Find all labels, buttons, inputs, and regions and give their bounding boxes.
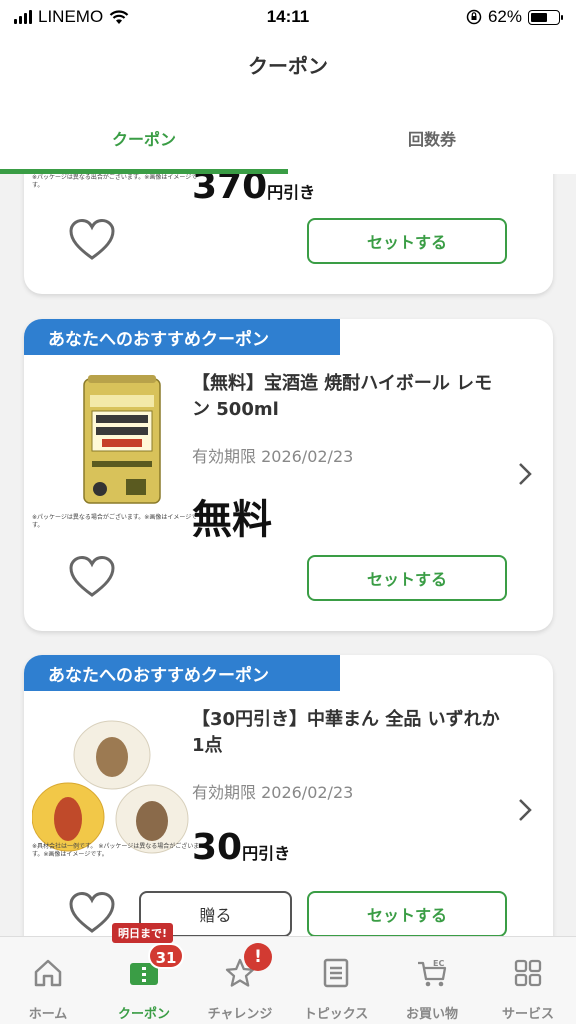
nav-label: チャレンジ [207, 1007, 273, 1022]
nav-challenge[interactable]: ! チャレンジ [192, 937, 288, 1024]
discount-value: 370 [192, 174, 268, 207]
tab-tickets[interactable]: 回数券 [288, 94, 576, 174]
heart-icon[interactable] [68, 218, 116, 262]
status-bar: LINEMO 14:11 62% [0, 0, 576, 34]
nav-home[interactable]: ホーム [0, 937, 96, 1024]
discount-amount: 370円引き [192, 174, 315, 207]
set-coupon-button[interactable]: セットする [307, 218, 507, 264]
chevron-right-icon[interactable] [517, 461, 533, 487]
expiry-date: 有効期限 2026/02/23 [192, 447, 354, 466]
discount-unit: 円引き [242, 844, 291, 863]
product-image-highball-can [83, 375, 161, 504]
nav-label: クーポン [117, 1007, 170, 1022]
discount-amount: 30円引き [192, 827, 290, 868]
home-icon [34, 959, 62, 987]
recommend-banner: あなたへのおすすめクーポン [24, 655, 340, 691]
nav-label: トピックス [303, 1007, 369, 1022]
nav-label: ホーム [28, 1007, 68, 1022]
nav-topics[interactable]: トピックス [288, 937, 384, 1024]
expiry-date: 有効期限 2026/02/23 [192, 783, 354, 802]
product-note: ※具材会社は一例です。 ※パッケージは異なる場合がございます。※画像はイメージで… [32, 843, 200, 858]
nav-shopping[interactable]: EC お買い物 [384, 937, 480, 1024]
cart-icon: EC [418, 959, 447, 987]
battery-icon [528, 9, 563, 25]
bottom-nav: ホーム 明日まで! 31 クーポン ! チャレンジ トピックス EC お買い物 … [0, 923, 576, 1024]
battery-percent: 62% [487, 7, 522, 26]
orientation-lock-icon [466, 9, 482, 25]
discount-free: 無料 [192, 497, 272, 543]
grid-icon [514, 959, 542, 987]
coupon-count-badge: 31 [148, 943, 184, 969]
set-coupon-button[interactable]: セットする [307, 555, 507, 601]
product-note: ※パッケージは異なる出合がございます。※画像はイメージです。 [32, 174, 198, 189]
tab-bar: クーポン 回数券 [0, 94, 576, 174]
nav-services[interactable]: サービス [480, 937, 576, 1024]
alert-badge: ! [244, 943, 272, 971]
heart-icon[interactable] [68, 555, 116, 599]
heart-icon[interactable] [68, 891, 116, 935]
nav-label: お買い物 [405, 1007, 458, 1022]
chevron-right-icon[interactable] [517, 797, 533, 823]
coupon-title: 【30円引き】中華まん 全品 いずれか1点 [192, 709, 500, 756]
tab-coupon[interactable]: クーポン [0, 94, 288, 174]
product-note: ※パッケージは異なる場合がございます。※画像はイメージです。 [32, 514, 198, 529]
coupon-list[interactable]: ※パッケージは異なる出合がございます。※画像はイメージです。 370円引き セッ… [0, 174, 576, 936]
coupon-card[interactable]: あなたへのおすすめクーポン ※具材会社は一例です。 ※パッケージは異なる場合がご… [24, 655, 553, 936]
discount-unit: 円引き [267, 183, 316, 202]
page-title: クーポン [248, 54, 328, 78]
set-coupon-button[interactable]: セットする [307, 891, 507, 936]
cart-icon-label: EC [433, 959, 444, 968]
coupon-card[interactable]: あなたへのおすすめクーポン ※パッケージは異なる場合がございます。※画像はイメー… [24, 319, 553, 631]
coupon-card: ※パッケージは異なる出合がございます。※画像はイメージです。 370円引き セッ… [24, 174, 553, 294]
recommend-banner: あなたへのおすすめクーポン [24, 319, 340, 355]
discount-amount: 無料 [192, 487, 272, 545]
document-icon [323, 958, 349, 988]
coupon-title: 【無料】宝酒造 焼酎ハイボール レモン 500ml [192, 373, 493, 420]
status-right: 62% [466, 7, 563, 27]
battery-fill [531, 12, 548, 22]
header: クーポン [0, 34, 576, 94]
nav-label: サービス [501, 1007, 554, 1022]
nav-coupon[interactable]: 明日まで! 31 クーポン [96, 923, 192, 1024]
discount-value: 30 [192, 827, 243, 868]
deadline-badge: 明日まで! [112, 923, 174, 943]
